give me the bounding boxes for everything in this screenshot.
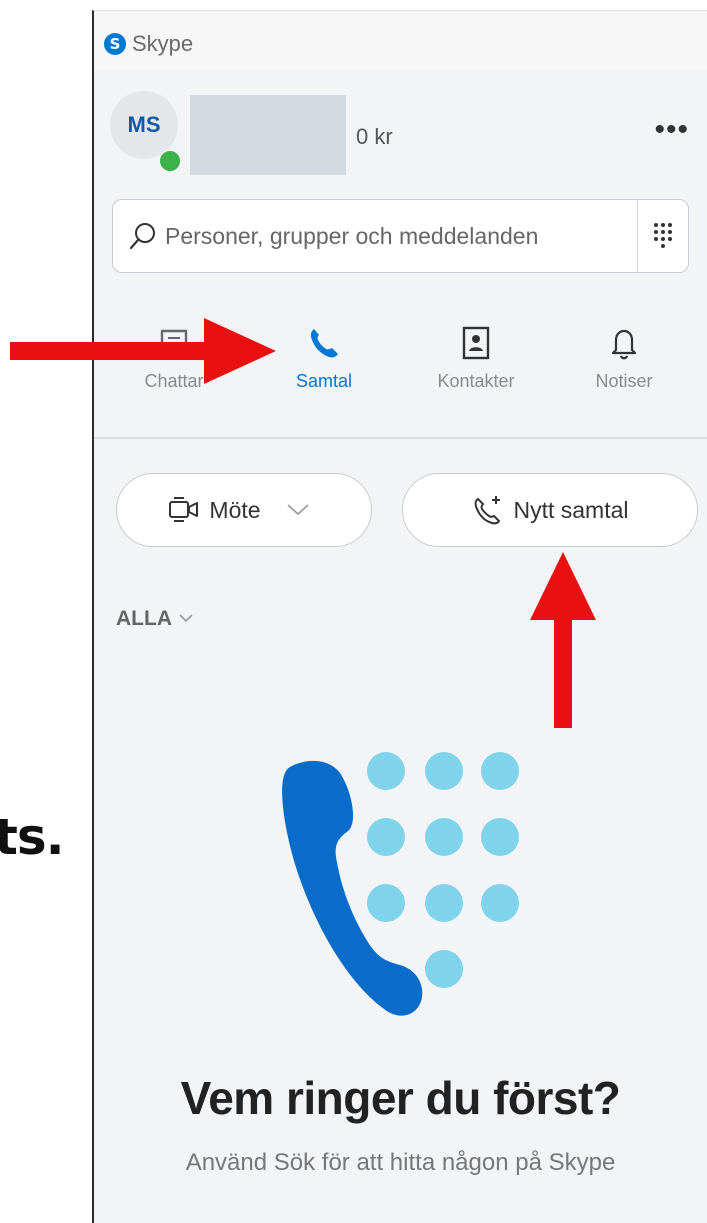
divider xyxy=(94,437,707,439)
dialpad-icon xyxy=(654,223,672,248)
new-call-button[interactable]: Nytt samtal xyxy=(402,473,698,547)
tab-kontakter[interactable]: Kontakter xyxy=(406,317,546,417)
add-call-icon xyxy=(475,496,501,525)
tab-notiser[interactable]: Notiser xyxy=(554,317,694,417)
more-options-icon[interactable]: ••• xyxy=(654,113,689,147)
skype-window: S Skype MS 0 kr ••• Personer, grupper oc… xyxy=(92,10,707,1223)
filter-dropdown[interactable]: ALLA xyxy=(116,607,195,631)
title-bar: S Skype xyxy=(94,11,707,71)
tab-label-kontakter: Kontakter xyxy=(437,371,515,391)
app-title: Skype xyxy=(132,31,194,56)
meeting-button[interactable]: Möte xyxy=(116,473,372,547)
search-icon xyxy=(129,223,155,250)
new-call-label: Nytt samtal xyxy=(513,496,629,523)
empty-state-subtext: Använd Sök för att hitta någon på Skype xyxy=(185,1149,616,1176)
tab-label-notiser: Notiser xyxy=(595,371,653,391)
arrow-to-new-call-icon xyxy=(530,552,596,728)
search-bar xyxy=(112,199,689,273)
chevron-down-icon xyxy=(287,504,309,516)
video-meeting-icon xyxy=(169,497,199,522)
skype-logo-icon: S xyxy=(104,33,126,55)
phone-icon xyxy=(310,329,338,358)
filter-label: ALLA xyxy=(116,607,172,630)
dialpad-phone-illustration xyxy=(282,752,519,1016)
empty-state-headline: Vem ringer du först? xyxy=(180,1072,621,1124)
bell-icon xyxy=(611,329,637,360)
skype-credit[interactable]: 0 kr xyxy=(356,124,393,150)
meeting-label: Möte xyxy=(209,496,261,523)
presence-online-icon xyxy=(158,149,182,173)
dialpad-button[interactable] xyxy=(637,200,688,272)
overlay-caption-fragment: ts. xyxy=(0,808,65,866)
profile-name-redacted[interactable] xyxy=(190,95,346,175)
arrow-to-samtal-icon xyxy=(10,318,276,384)
search-input[interactable] xyxy=(165,200,645,272)
chevron-down-icon xyxy=(179,614,193,623)
contacts-icon xyxy=(462,326,490,360)
